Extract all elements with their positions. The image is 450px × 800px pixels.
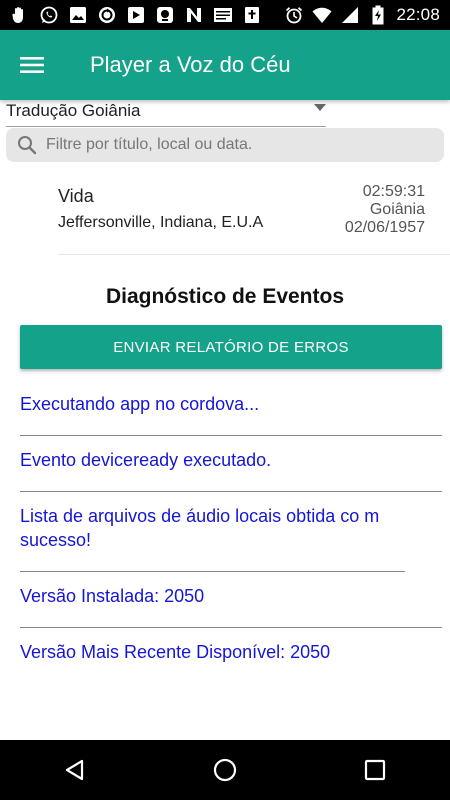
alarm-icon: [284, 5, 304, 25]
system-icons: 22:08: [284, 5, 450, 25]
diagnostics-title: Diagnóstico de Eventos: [105, 285, 345, 308]
wifi-icon: [312, 5, 332, 25]
event-item: Versão Mais Recente Disponível: 2050: [20, 642, 331, 662]
app-bar: Player a Voz do Céu: [0, 30, 450, 100]
send-error-report-button[interactable]: ENVIAR RELATÓRIO DE ERROS: [20, 325, 442, 369]
event-item: Lista de arquivos de áudio locais obtida…: [20, 492, 405, 572]
bot-icon: [155, 5, 175, 25]
back-button[interactable]: [45, 740, 105, 800]
event-item: Evento deviceready executado.: [20, 436, 442, 492]
hand-icon: [10, 5, 30, 25]
translation-select[interactable]: Tradução Goiânia: [6, 96, 326, 127]
whatsapp-icon: [39, 5, 59, 25]
recents-icon: [364, 759, 386, 781]
recording-title: Vida: [58, 186, 94, 206]
translation-value: Tradução Goiânia: [6, 101, 141, 120]
clock: 22:08: [396, 5, 440, 24]
image-icon: [68, 5, 88, 25]
battery-charging-icon: [368, 5, 388, 25]
card-icon: [213, 5, 233, 25]
recording-item[interactable]: Vida Jeffersonville, Indiana, E.U.A 02:5…: [58, 178, 450, 255]
recents-button[interactable]: [345, 740, 405, 800]
recording-duration: 02:59:31: [362, 183, 425, 200]
search-box[interactable]: [6, 128, 444, 162]
home-button[interactable]: [195, 740, 255, 800]
recording-location: Jeffersonville, Indiana, E.U.A: [58, 214, 264, 231]
back-icon: [65, 759, 84, 781]
recording-translation: Goiânia: [369, 201, 425, 218]
event-item: Executando app no cordova...: [20, 380, 442, 436]
notification-icons: [0, 5, 262, 25]
media-icon: [126, 5, 146, 25]
dropdown-arrow-icon: [314, 104, 326, 111]
bible-icon: [242, 5, 262, 25]
sync-icon: [97, 5, 117, 25]
recording-meta: 02:59:31 Goiânia 02/06/1957: [345, 183, 425, 237]
home-icon: [213, 758, 237, 782]
signal-icon: [340, 5, 360, 25]
news-icon: [184, 5, 204, 25]
recording-date: 02/06/1957: [344, 219, 425, 236]
app-title: Player a Voz do Céu: [90, 52, 291, 77]
event-list: Executando app no cordova... Evento devi…: [20, 380, 442, 683]
menu-button[interactable]: [0, 30, 64, 100]
search-icon: [14, 132, 40, 158]
event-item: Versão Instalada: 2050: [20, 572, 442, 628]
status-bar: 22:08: [0, 0, 450, 30]
search-input[interactable]: [44, 135, 428, 155]
navigation-bar: [0, 740, 450, 800]
hamburger-menu-icon: [20, 57, 44, 73]
